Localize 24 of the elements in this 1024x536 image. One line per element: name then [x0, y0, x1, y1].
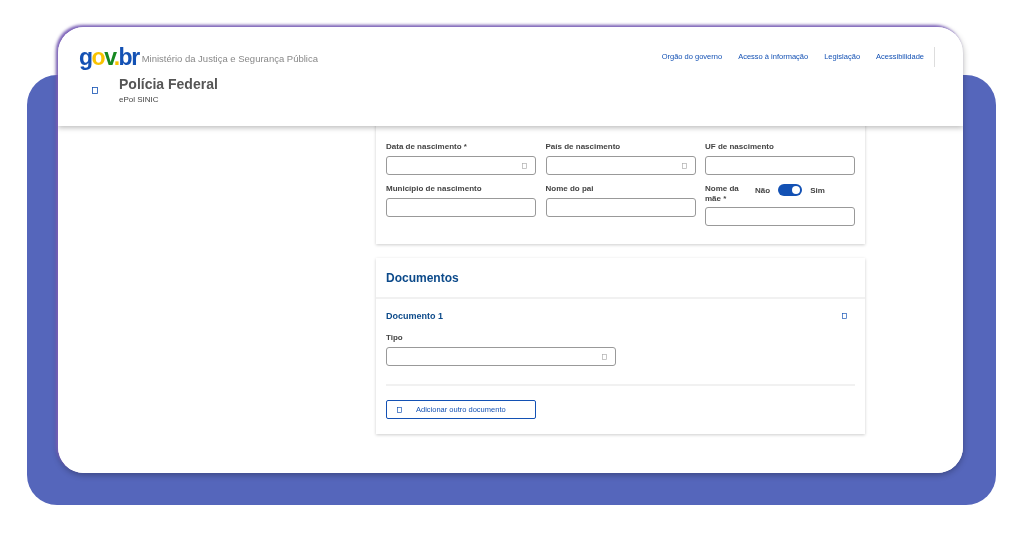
toggle-switch[interactable]: [778, 184, 803, 196]
toggle-label: Não: [755, 185, 771, 195]
field-label: Nome do pai: [545, 184, 594, 194]
document-title: Documento 1: [386, 311, 443, 321]
input-field[interactable]: [386, 198, 536, 217]
input-field[interactable]: [705, 156, 855, 175]
field-label: Tipo: [386, 333, 403, 343]
govbr-logo[interactable]: gov.br: [79, 45, 139, 68]
site-subtitle: ePol SINIC: [119, 95, 160, 104]
field-label: UF de nascimento: [705, 142, 774, 152]
select-field[interactable]: [386, 156, 536, 175]
field-label: Nome da mãe *: [705, 184, 740, 204]
select-field[interactable]: [545, 156, 696, 175]
field-label: País de nascimento: [545, 142, 621, 152]
input-field[interactable]: [545, 198, 696, 217]
section-title: Documentos: [385, 270, 460, 287]
select-field[interactable]: [386, 347, 616, 366]
site-title: Polícia Federal: [119, 76, 218, 92]
ministry-name: Ministério da Justiça e Segurança Pública: [141, 52, 318, 66]
square-icon[interactable]: [92, 87, 98, 94]
field-label: Data de nascimento *: [386, 142, 467, 152]
input-field[interactable]: [705, 207, 855, 226]
field-label: Município de nascimento: [386, 184, 482, 194]
toggle-label: Sim: [810, 185, 825, 195]
